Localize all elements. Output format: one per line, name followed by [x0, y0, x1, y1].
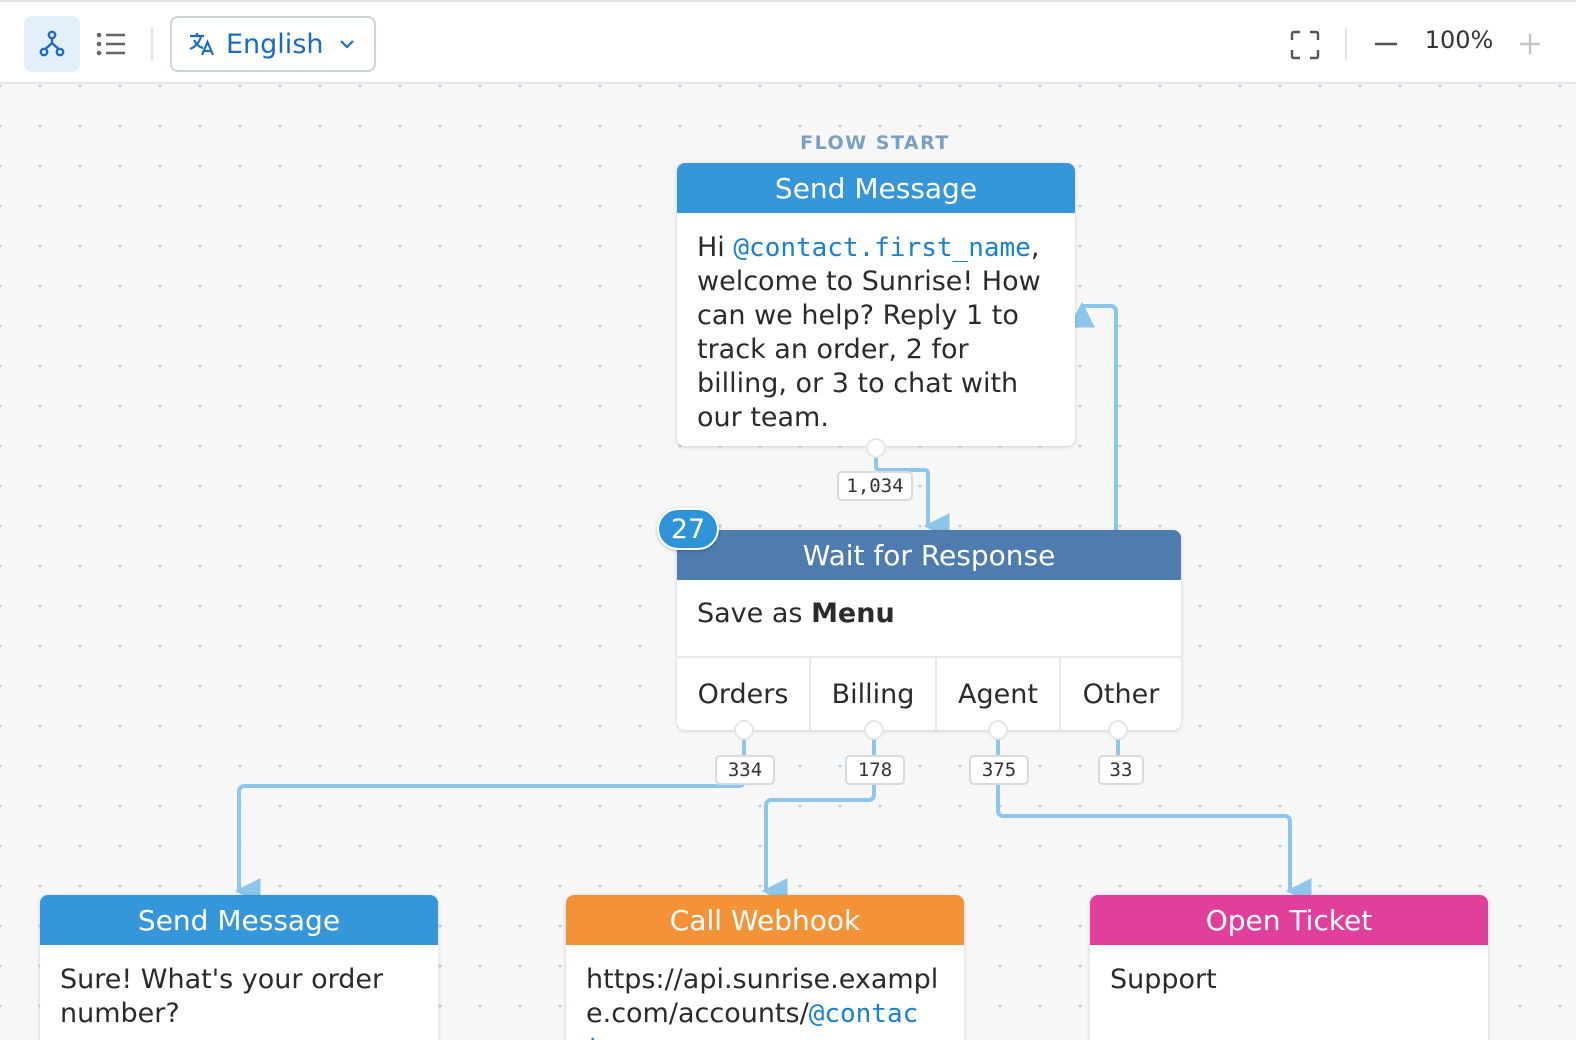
send-message-node[interactable]: Send Message Hi @contact.first_name, wel…: [677, 163, 1075, 446]
node-header[interactable]: Wait for Response: [677, 530, 1181, 580]
zoom-out-button[interactable]: [1362, 20, 1410, 68]
open-ticket-node[interactable]: Open Ticket Support: [1090, 895, 1488, 1040]
exit-handle-orders[interactable]: [734, 720, 754, 740]
webhook-url: https://api.sunrise.example.com/accounts…: [566, 945, 964, 1040]
case-other[interactable]: Other: [1061, 658, 1181, 730]
toolbar-divider: [1345, 28, 1347, 60]
node-header[interactable]: Call Webhook: [566, 895, 964, 945]
edge-orders: [234, 732, 746, 904]
message-text: Hi @contact.first_name, welcome to Sunri…: [697, 232, 1041, 433]
flow-tree-icon: [39, 30, 65, 57]
result-name: Menu: [811, 598, 895, 629]
plus-icon: [1520, 34, 1540, 54]
active-count-badge[interactable]: 27: [657, 508, 719, 550]
exit-count[interactable]: 1,034: [837, 471, 913, 501]
exit-count-agent[interactable]: 375: [969, 755, 1029, 785]
flow-canvas[interactable]: FLOW START Send Message Hi @contact.firs…: [0, 84, 1576, 1040]
zoom-level: 100%: [1424, 26, 1494, 54]
exit-handle-other[interactable]: [1108, 720, 1128, 740]
exit-handle-billing[interactable]: [864, 720, 884, 740]
list-view-button[interactable]: [86, 16, 136, 72]
chevron-down-icon: [339, 40, 354, 49]
contact-variable: @contact.first_name: [733, 233, 1031, 263]
language-select[interactable]: English: [170, 16, 376, 72]
exit-count-other[interactable]: 33: [1098, 755, 1144, 785]
exit-handle[interactable]: [866, 438, 886, 458]
flow-view-button[interactable]: [24, 16, 80, 72]
send-message-node[interactable]: Send Message Sure! What's your order num…: [40, 895, 438, 1040]
exit-count-billing[interactable]: 178: [845, 755, 905, 785]
minus-icon: [1375, 42, 1397, 46]
edge-other-loop: [1069, 301, 1118, 530]
zoom-in-button[interactable]: [1508, 20, 1552, 68]
fullscreen-icon: [1290, 30, 1320, 60]
call-webhook-node[interactable]: Call Webhook https://api.sunrise.example…: [566, 895, 964, 1040]
flow-start-label: FLOW START: [800, 132, 950, 154]
wait-for-response-node[interactable]: Wait for Response Save as Menu Orders Bi…: [677, 530, 1181, 730]
exit-handle-agent[interactable]: [988, 720, 1008, 740]
list-icon: [96, 32, 125, 56]
toolbar-divider: [151, 28, 153, 60]
node-header[interactable]: Send Message: [40, 895, 438, 945]
message-text: Sure! What's your order number?: [60, 964, 384, 1029]
node-header[interactable]: Send Message: [677, 163, 1075, 213]
node-header[interactable]: Open Ticket: [1090, 895, 1488, 945]
save-as-result: Save as Menu: [677, 580, 1181, 658]
case-list: Orders Billing Agent Other: [677, 658, 1181, 730]
translate-icon: [189, 33, 215, 56]
fullscreen-button[interactable]: [1280, 20, 1330, 70]
ticket-topic: Support: [1110, 964, 1217, 995]
exit-count-orders[interactable]: 334: [715, 755, 775, 785]
language-label: English: [226, 28, 324, 60]
edge-agent: [996, 732, 1312, 904]
toolbar: English 100%: [0, 0, 1576, 84]
